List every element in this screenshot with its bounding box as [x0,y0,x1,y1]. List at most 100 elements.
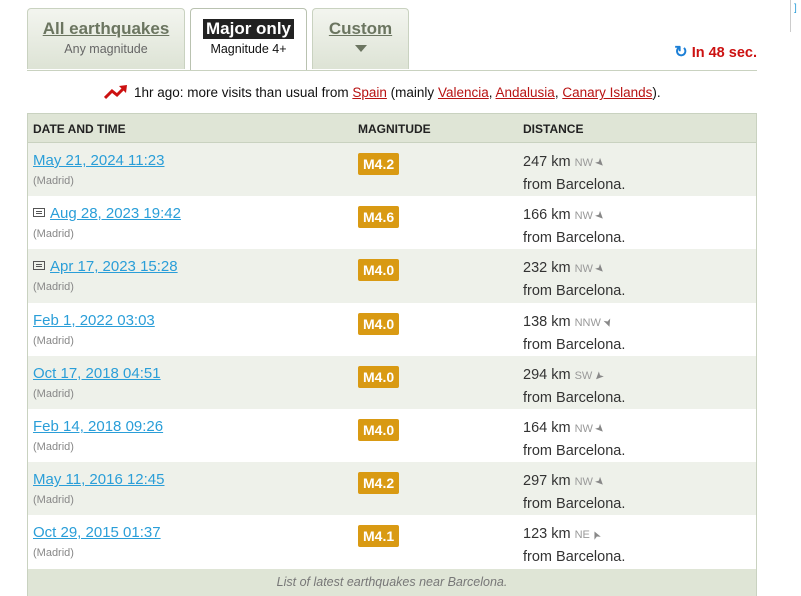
distance-value: 247 km [523,154,571,170]
table-row: Feb 14, 2018 09:26 (Madrid) M4.0 164 km NW➤… [28,408,756,463]
distance-value: 123 km [523,526,571,543]
magnitude-badge: M4.0 [358,312,400,335]
distance-reference: from Barcelona. [523,549,626,566]
trend-close: ). [652,85,661,100]
date-link[interactable]: Apr 17, 2023 15:28 [50,258,178,275]
country-link[interactable]: Spain [352,85,387,100]
date-link[interactable]: Aug 28, 2023 19:42 [50,205,181,222]
magnitude-badge: M4.2 [358,472,400,495]
table-row: Feb 1, 2022 03:03 (Madrid) M4.0 138 km NNW➤… [28,302,756,356]
trend-mainly: (mainly [390,85,435,100]
distance-cell: 247 km NW➤ from Barcelona. [523,151,625,196]
date-cell: Aug 28, 2023 19:42 [33,205,181,223]
table-row: May 21, 2024 11:23 (Madrid) M4.2 247 km NW➤… [28,143,756,197]
table-row: Apr 17, 2023 15:28 (Madrid) M4.0 232 km NW➤… [28,249,756,303]
timezone-label: (Madrid) [33,547,74,560]
distance-value: 294 km [523,366,571,383]
magnitude-badge: M4.0 [358,418,400,441]
header-distance: DISTANCE [523,122,584,136]
timezone-label: (Madrid) [33,494,74,507]
date-link[interactable]: Feb 14, 2018 09:26 [33,418,163,435]
earthquake-table: DATE AND TIME MAGNITUDE DISTANCE May 21,… [27,113,757,596]
trend-text: 1hr ago: more visits than usual from [134,85,349,100]
magnitude-badge: M4.1 [358,525,400,548]
date-cell: Oct 17, 2018 04:51 [33,365,161,383]
distance-cell: 166 km NW➤ from Barcelona. [523,204,625,249]
document-icon [33,208,45,218]
distance-reference: from Barcelona. [523,177,626,193]
direction-arrow-icon: ➤ [592,261,608,277]
direction-arrow-icon: ➤ [592,155,608,171]
table-row: Oct 29, 2015 01:37 (Madrid) M4.1 123 km NE➤… [28,515,756,569]
date-link[interactable]: Oct 29, 2015 01:37 [33,524,161,541]
adjacent-panel-edge: ] [790,0,801,32]
direction-arrow-icon: ➤ [592,208,608,224]
distance-reference: from Barcelona. [523,496,626,513]
table-footer: List of latest earthquakes near Barcelon… [28,568,756,596]
table-row: Aug 28, 2023 19:42 (Madrid) M4.6 166 km NW➤… [28,196,756,250]
region-link[interactable]: Andalusia [496,85,555,100]
document-icon [33,261,45,271]
distance-value: 297 km [523,473,571,490]
tab-title: Major only [202,19,294,39]
distance-reference: from Barcelona. [523,336,626,353]
date-link[interactable]: Oct 17, 2018 04:51 [33,365,161,382]
timezone-label: (Madrid) [33,440,74,453]
distance-cell: 232 km NW➤ from Barcelona. [523,257,625,302]
date-cell: Feb 14, 2018 09:26 [33,418,163,436]
region-link[interactable]: Valencia [438,85,489,100]
date-cell: May 21, 2024 11:23 [33,152,164,170]
direction-arrow-icon: ➤ [592,474,608,490]
distance-reference: from Barcelona. [523,283,626,300]
header-magnitude: MAGNITUDE [358,122,431,136]
table-header: DATE AND TIME MAGNITUDE DISTANCE [28,114,756,143]
tab-all-earthquakes[interactable]: All earthquakes Any magnitude [27,8,185,69]
magnitude-badge: M4.0 [358,365,400,388]
timezone-label: (Madrid) [33,387,74,400]
date-cell: Oct 29, 2015 01:37 [33,524,161,542]
tab-baseline [27,70,757,71]
table-body: May 21, 2024 11:23 (Madrid) M4.2 247 km NW➤… [28,143,756,569]
date-cell: Apr 17, 2023 15:28 [33,258,178,276]
timezone-label: (Madrid) [33,175,74,187]
distance-value: 164 km [523,419,571,436]
tab-title: All earthquakes [42,19,170,38]
magnitude-badge: M4.0 [358,259,400,282]
refresh-label: In 48 sec. [691,45,757,61]
timezone-label: (Madrid) [33,281,74,294]
distance-cell: 138 km NNW➤ from Barcelona. [523,311,625,356]
date-link[interactable]: May 11, 2016 12:45 [33,471,164,488]
magnitude-badge: M4.6 [358,206,400,229]
trending-up-icon [103,85,127,100]
distance-value: 232 km [523,260,571,277]
tab-subtitle: Any magnitude [64,42,148,56]
tab-major-only[interactable]: Major only Magnitude 4+ [190,8,307,71]
timezone-label: (Madrid) [33,228,74,241]
date-link[interactable]: Feb 1, 2022 03:03 [33,312,155,329]
date-link[interactable]: May 21, 2024 11:23 [33,152,164,169]
edge-glyph: ] [794,3,797,14]
tab-title: Custom [328,19,393,38]
timezone-label: (Madrid) [33,334,74,347]
header-date: DATE AND TIME [33,122,126,136]
distance-cell: 294 km SW➤ from Barcelona. [523,364,625,409]
region-link[interactable]: Canary Islands [562,85,652,100]
filter-tabs: All earthquakes Any magnitude Major only… [27,8,757,71]
date-cell: Feb 1, 2022 03:03 [33,312,155,330]
tab-subtitle: Magnitude 4+ [210,42,287,56]
distance-cell: 123 km NE➤ from Barcelona. [523,523,625,568]
distance-value: 138 km [523,313,571,330]
chevron-down-icon [354,45,367,52]
trend-notice: 1hr ago: more visits than usual from Spa… [103,84,661,100]
date-cell: May 11, 2016 12:45 [33,471,164,489]
direction-arrow-icon: ➤ [592,421,608,437]
tab-custom[interactable]: Custom [312,8,409,69]
table-row: Oct 17, 2018 04:51 (Madrid) M4.0 294 km SW➤… [28,355,756,409]
distance-value: 166 km [523,207,571,224]
direction-arrow-icon: ➤ [591,368,607,384]
refresh-countdown[interactable]: ↻ In 48 sec. [674,42,757,62]
table-row: May 11, 2016 12:45 (Madrid) M4.2 297 km NW➤… [28,462,756,516]
distance-reference: from Barcelona. [523,389,626,406]
distance-cell: 164 km NW➤ from Barcelona. [523,417,625,462]
magnitude-badge: M4.2 [358,153,400,175]
